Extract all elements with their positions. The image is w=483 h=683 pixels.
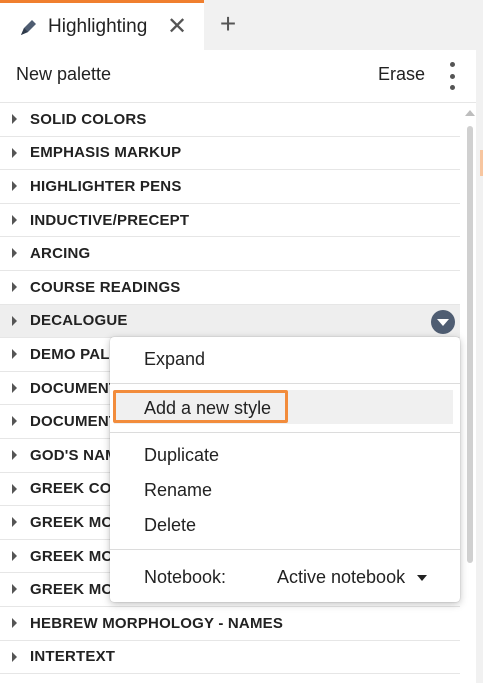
expand-caret-icon[interactable] [12,617,17,628]
palette-name: GREEK CON [30,480,123,498]
expand-caret-icon[interactable] [12,147,17,158]
expand-caret-icon[interactable] [12,382,17,393]
notebook-label: Notebook: [144,567,227,587]
palette-name: INDUCTIVE/PRECEPT [30,211,190,229]
palette-toolbar: New palette Erase [0,50,476,103]
palette-menu-button[interactable] [431,309,455,334]
menu-item-expand[interactable]: Expand [144,349,205,370]
expand-caret-icon[interactable] [12,281,17,292]
menu-divider [110,432,460,433]
expand-caret-icon[interactable] [12,114,17,124]
palette-name: GREEK MOI [30,581,118,599]
expand-caret-icon[interactable] [12,214,17,225]
palette-name: DOCUMENT [30,379,119,397]
vertical-scrollbar[interactable] [465,110,475,683]
menu-divider [110,549,460,550]
palette-row[interactable]: ARCING [0,237,460,271]
new-palette-button[interactable]: New palette [16,64,111,85]
scroll-up-icon[interactable] [465,110,475,116]
tab-bar: Highlighting ✕ + [0,0,483,50]
palette-name: DOCUMENT [30,413,119,431]
expand-caret-icon[interactable] [12,550,17,561]
palette-name: GOD'S NAM [30,446,118,464]
expand-caret-icon[interactable] [12,449,17,460]
palette-row[interactable]: INTERTEXT [0,641,460,675]
expand-caret-icon[interactable] [12,517,17,528]
expand-caret-icon[interactable] [12,416,17,427]
palette-name: HEBREW MORPHOLOGY - NAMES [30,614,284,632]
highlighter-pen-icon [18,16,40,38]
expand-caret-icon[interactable] [12,181,17,192]
caret-down-icon[interactable] [417,575,427,581]
menu-item-rename[interactable]: Rename [144,480,212,501]
palette-name: COURSE READINGS [30,278,181,296]
expand-caret-icon[interactable] [12,248,17,259]
erase-button[interactable]: Erase [378,64,425,85]
tab-highlighting[interactable]: Highlighting ✕ [0,0,204,50]
palette-row[interactable]: INDUCTIVE/PRECEPT [0,204,460,238]
palette-name: GREEK MOI [30,513,118,531]
expand-caret-icon[interactable] [12,483,17,494]
palette-name: GREEK MOI [30,547,118,565]
palette-context-menu: Expand Add a new style Duplicate Rename … [110,337,460,602]
expand-caret-icon[interactable] [12,584,17,595]
palette-name: SOLID COLORS [30,110,147,128]
palette-name: HIGHLIGHTER PENS [30,177,182,195]
palette-row[interactable]: EMPHASIS MARKUP [0,137,460,171]
chevron-down-icon [437,319,449,327]
palette-name: DECALOGUE [30,312,128,330]
palette-row[interactable]: HEBREW MORPHOLOGY - NAMES [0,607,460,641]
palette-row-selected[interactable]: DECALOGUE [0,304,460,339]
palette-row[interactable]: COURSE READINGS [0,271,460,305]
menu-item-add-style[interactable]: Add a new style [144,398,271,419]
expand-caret-icon[interactable] [12,651,17,662]
menu-divider [110,383,460,384]
scrollbar-thumb[interactable] [467,126,473,563]
menu-item-delete[interactable]: Delete [144,515,196,536]
add-tab-icon[interactable]: + [216,8,240,39]
palette-name: ARCING [30,245,91,263]
palette-row[interactable]: SOLID COLORS [0,103,460,137]
close-tab-icon[interactable]: ✕ [166,13,188,40]
expand-caret-icon[interactable] [12,315,17,326]
expand-caret-icon[interactable] [12,349,17,360]
menu-item-duplicate[interactable]: Duplicate [144,445,219,466]
adjacent-panel-edge [476,50,483,683]
palette-name: INTERTEXT [30,648,116,666]
palette-name: DEMO PALE [30,345,120,363]
palette-row[interactable]: HIGHLIGHTER PENS [0,170,460,204]
kebab-menu-icon[interactable] [443,62,461,90]
notebook-select[interactable]: Active notebook [277,567,405,588]
palette-name: EMPHASIS MARKUP [30,144,182,162]
tab-title: Highlighting [48,15,148,37]
